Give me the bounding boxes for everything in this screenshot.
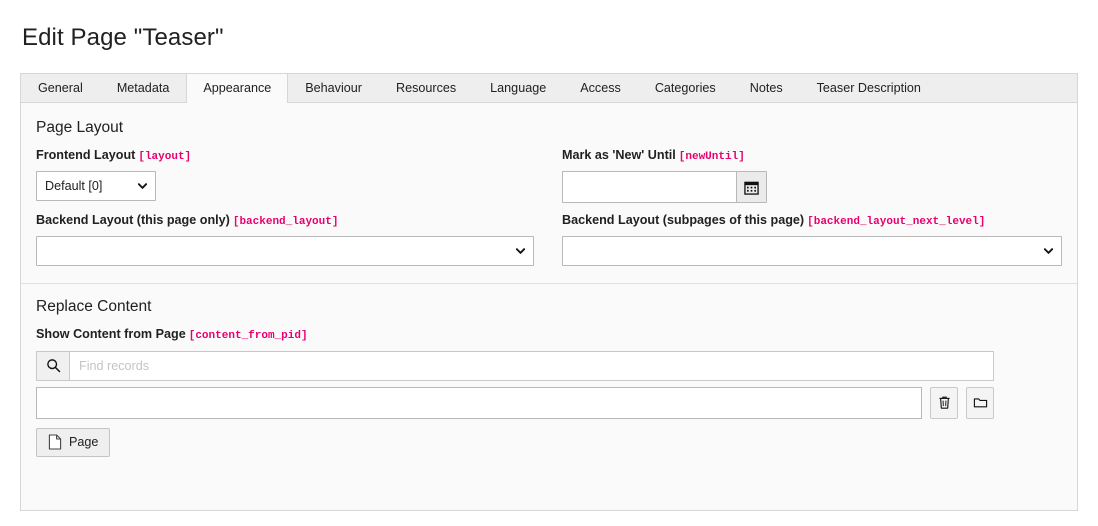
tab-label: General xyxy=(38,80,83,95)
add-page-button-label: Page xyxy=(69,435,99,450)
tab-access[interactable]: Access xyxy=(563,74,638,102)
field-key: [layout] xyxy=(138,151,192,163)
page-layout-row-2: Backend Layout (this page only) [backend_… xyxy=(36,213,1062,267)
tab-label: Language xyxy=(490,80,547,95)
backend-layout-select[interactable] xyxy=(36,236,534,267)
browse-records-button[interactable] xyxy=(966,386,994,419)
tab-label: Teaser Description xyxy=(816,80,921,95)
tab-notes[interactable]: Notes xyxy=(733,74,800,102)
field-key: [backend_layout_next_level] xyxy=(807,216,986,229)
mark-as-new-until-label: Mark as 'New' Until [newUntil] xyxy=(562,148,1062,164)
backend-layout-label: Backend Layout (this page only) [backend_… xyxy=(36,213,534,229)
selected-records-row xyxy=(36,386,994,419)
show-content-from-page-label: Show Content from Page [content_from_pid] xyxy=(36,327,1062,343)
record-selector: Page xyxy=(36,350,994,457)
backend-layout-next-level-label: Backend Layout (subpages of this page) [b… xyxy=(562,213,1062,229)
add-page-button[interactable]: Page xyxy=(36,427,111,457)
tab-label: Categories xyxy=(654,80,716,95)
search-icon-addon xyxy=(36,350,69,381)
tab-categories[interactable]: Categories xyxy=(638,74,733,102)
label-text: Backend Layout (this page only) xyxy=(36,213,230,228)
delete-record-button[interactable] xyxy=(930,386,959,419)
calendar-icon xyxy=(744,180,759,195)
field-mark-as-new-until: Mark as 'New' Until [newUntil] xyxy=(562,148,1062,204)
mark-as-new-until-input[interactable] xyxy=(562,171,736,204)
tab-label: Resources xyxy=(395,80,457,95)
field-key: [newUntil] xyxy=(678,151,745,163)
selected-records-listbox[interactable] xyxy=(36,386,923,419)
page-icon xyxy=(48,434,62,450)
tab-label: Notes xyxy=(749,80,783,95)
field-frontend-layout: Frontend Layout [layout] Default [0] xyxy=(36,148,534,203)
appearance-panel: Page Layout Frontend Layout [layout] Defa… xyxy=(20,102,1078,511)
backend-layout-select-wrap xyxy=(36,236,534,267)
field-key: [content_from_pid] xyxy=(188,330,308,343)
label-text: Backend Layout (subpages of this page) xyxy=(562,213,805,228)
page-title: Edit Page "Teaser" xyxy=(22,24,224,51)
find-records-input[interactable] xyxy=(69,350,994,381)
folder-icon xyxy=(973,395,988,410)
frontend-layout-label: Frontend Layout [layout] xyxy=(36,148,534,164)
field-key: [backend_layout] xyxy=(232,216,339,229)
section-title-replace-content: Replace Content xyxy=(36,298,152,316)
trash-icon xyxy=(937,395,952,410)
tab-language[interactable]: Language xyxy=(473,74,563,102)
tab-bar: General Metadata Appearance Behaviour Re… xyxy=(20,73,1078,103)
search-icon xyxy=(46,358,61,373)
section-title-page-layout: Page Layout xyxy=(36,119,124,136)
backend-layout-next-level-select-wrap xyxy=(562,236,1062,267)
tab-behaviour[interactable]: Behaviour xyxy=(288,74,379,102)
tab-label: Behaviour xyxy=(305,80,362,95)
tab-label: Metadata xyxy=(116,80,170,95)
tab-label: Appearance xyxy=(203,80,272,95)
backend-layout-next-level-select[interactable] xyxy=(562,236,1062,267)
tab-teaser-description[interactable]: Teaser Description xyxy=(800,74,938,102)
section-page-layout: Page Layout Frontend Layout [layout] Defa… xyxy=(21,103,1077,267)
mark-as-new-until-input-group xyxy=(562,171,767,204)
find-records-group xyxy=(36,350,994,381)
tab-resources[interactable]: Resources xyxy=(379,74,473,102)
field-backend-layout-next-level: Backend Layout (subpages of this page) [b… xyxy=(562,213,1062,267)
tab-label: Access xyxy=(580,80,621,95)
frontend-layout-select-wrap: Default [0] xyxy=(36,171,156,202)
tab-general[interactable]: General xyxy=(21,74,100,102)
calendar-picker-button[interactable] xyxy=(735,171,767,204)
field-show-content-from-page: Show Content from Page [content_from_pid] xyxy=(36,327,1062,457)
section-replace-content: Replace Content Show Content from Page [c… xyxy=(21,284,1077,457)
field-backend-layout: Backend Layout (this page only) [backend_… xyxy=(36,213,534,267)
frontend-layout-select[interactable]: Default [0] xyxy=(36,171,156,202)
label-text: Frontend Layout xyxy=(36,148,136,162)
tab-metadata[interactable]: Metadata xyxy=(100,74,187,102)
page-layout-row-1: Frontend Layout [layout] Default [0] Mark… xyxy=(36,148,1062,204)
label-text: Show Content from Page xyxy=(36,327,186,342)
label-text: Mark as 'New' Until xyxy=(562,148,676,162)
tab-appearance[interactable]: Appearance xyxy=(186,74,289,103)
